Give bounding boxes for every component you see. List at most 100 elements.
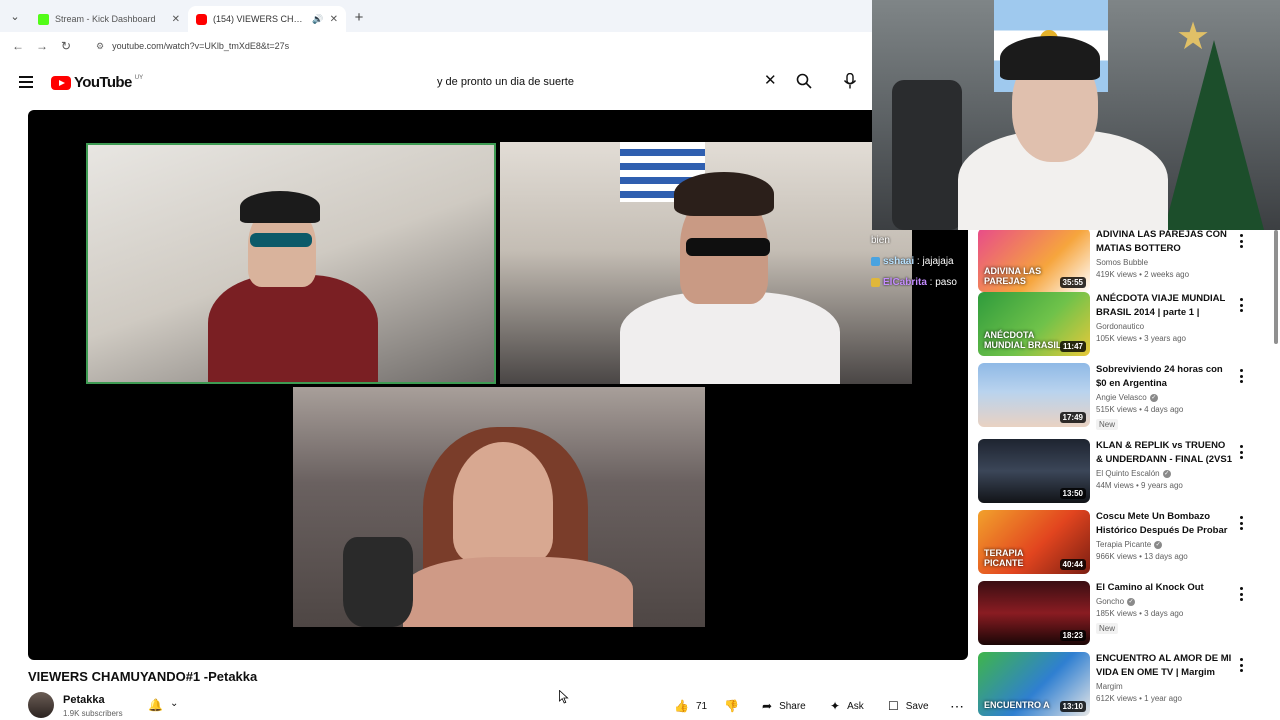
channel-name[interactable]: Petakka	[63, 694, 105, 706]
share-arrow-icon: ➦	[762, 699, 773, 713]
recommendation-item[interactable]: TERAPIA PICANTE 40:44 Coscu Mete Un Bomb…	[978, 510, 1270, 576]
close-tab-icon[interactable]: ✕	[330, 14, 338, 25]
tab-search-chevron-icon[interactable]: ⌄	[0, 0, 30, 32]
video-thumbnail[interactable]: TERAPIA PICANTE 40:44	[978, 510, 1090, 574]
chat-user: ElCabrita	[883, 277, 927, 288]
recommendation-item[interactable]: ENCUENTRO A 13:10 ENCUENTRO AL AMOR DE M…	[978, 652, 1270, 718]
recommendation-item[interactable]: 13:50 KLAN & REPLIK vs TRUENO & UNDERDAN…	[978, 439, 1270, 505]
recommendation-title[interactable]: ADIVINA LAS PAREJAS CON MATIAS BOTTERO	[1096, 230, 1232, 256]
video-duration: 18:23	[1059, 630, 1086, 641]
recommendation-channel[interactable]: Angie Velasco ✓	[1096, 393, 1232, 402]
chat-message: ElCabrita : paso	[871, 272, 957, 293]
more-actions-button[interactable]: ⋯	[950, 696, 964, 716]
recommendation-meta: 966K views • 13 days ago	[1096, 552, 1188, 561]
video-duration: 40:44	[1059, 559, 1086, 570]
recommendation-title[interactable]: El Camino al Knock Out	[1096, 581, 1232, 595]
video-thumbnail[interactable]: ADIVINA LAS PAREJAS 35:55	[978, 230, 1090, 292]
video-thumbnail[interactable]: 13:50	[978, 439, 1090, 503]
streamer-webcam-overlay: ★	[872, 0, 1280, 230]
verified-badge-icon: ✓	[1149, 393, 1158, 402]
clear-search-icon[interactable]: ✕	[764, 73, 777, 89]
recommendation-meta: 105K views • 3 years ago	[1096, 334, 1186, 343]
recommendation-info: Coscu Mete Un Bombazo Histórico Después …	[1096, 510, 1232, 561]
hamburger-menu-icon[interactable]	[19, 76, 33, 88]
channel-name-text: Terapia Picante	[1096, 540, 1152, 549]
recommendation-item[interactable]: ANÉCDOTA MUNDIAL BRASIL 11:47 ANÉCDOTA V…	[978, 292, 1270, 358]
video-thumbnail[interactable]: 18:23	[978, 581, 1090, 645]
video-duration: 13:50	[1059, 488, 1086, 499]
recommendation-channel[interactable]: Gordonautico	[1096, 322, 1232, 331]
user-badge-icon	[871, 277, 880, 287]
recommendation-info: ENCUENTRO AL AMOR DE MI VIDA EN OME TV |…	[1096, 652, 1232, 703]
recommendation-title[interactable]: ANÉCDOTA VIAJE MUNDIAL BRASIL 2014 | par…	[1096, 292, 1232, 320]
recommendation-channel[interactable]: El Quinto Escalón ✓	[1096, 469, 1232, 478]
search-input[interactable]: y de pronto un dia de suerte	[426, 68, 790, 96]
recommendation-title[interactable]: Coscu Mete Un Bombazo Histórico Después …	[1096, 510, 1232, 538]
recommendation-info: Sobreviviendo 24 horas con $0 en Argenti…	[1096, 363, 1232, 432]
share-button[interactable]: ➦ Share	[762, 696, 806, 716]
person-body	[403, 557, 633, 627]
recommendation-title[interactable]: ENCUENTRO AL AMOR DE MI VIDA EN OME TV |…	[1096, 652, 1232, 680]
youtube-logo[interactable]: YouTube UY	[51, 74, 143, 91]
sparkle-icon: ✦	[830, 699, 841, 713]
thumbnail-caption: ANÉCDOTA MUNDIAL BRASIL	[984, 330, 1062, 350]
save-button[interactable]: ☐ Save	[888, 696, 929, 716]
thumbnail-caption: ENCUENTRO A	[984, 700, 1050, 710]
more-options-icon[interactable]	[1238, 587, 1244, 601]
recommendation-channel[interactable]: Goncho ✓	[1096, 597, 1232, 606]
address-bar: ← → ↻ ⚙ youtube.com/watch?v=UKlb_tmXdE8&…	[0, 32, 872, 60]
site-info-icon[interactable]: ⚙	[96, 41, 104, 52]
recommendation-title[interactable]: Sobreviviendo 24 horas con $0 en Argenti…	[1096, 363, 1232, 391]
sidebar-scrollbar[interactable]	[1274, 230, 1278, 344]
more-options-icon[interactable]	[1238, 369, 1244, 383]
more-options-icon[interactable]	[1238, 234, 1244, 248]
recommendation-item[interactable]: 18:23 El Camino al Knock Out Goncho ✓ 185…	[978, 581, 1270, 647]
close-tab-icon[interactable]: ✕	[172, 14, 180, 25]
camera-feed-top-right	[500, 142, 912, 384]
thumbs-down-icon: 👎	[724, 699, 739, 713]
channel-avatar[interactable]	[28, 692, 54, 718]
video-title: VIEWERS CHAMUYANDO#1 -Petakka	[28, 669, 258, 684]
gaming-chair	[892, 80, 962, 230]
channel-name-text: Goncho	[1096, 597, 1125, 606]
person-sunglasses	[250, 233, 312, 247]
more-options-icon[interactable]	[1238, 298, 1244, 312]
recommendation-item[interactable]: 17:49 Sobreviviendo 24 horas con $0 en A…	[978, 363, 1270, 432]
reload-icon[interactable]: ↻	[54, 39, 78, 53]
notification-bell-icon[interactable]: 🔔	[148, 698, 163, 712]
tab-youtube-video[interactable]: (154) VIEWERS CHAMUYANDO#1 -Petakka 🔊 ✕	[188, 6, 346, 32]
video-duration: 11:47	[1059, 341, 1086, 352]
back-arrow-icon[interactable]: ←	[6, 39, 30, 53]
recommendation-title[interactable]: KLAN & REPLIK vs TRUENO & UNDERDANN - FI…	[1096, 439, 1232, 467]
new-tab-button[interactable]: +	[346, 9, 372, 26]
youtube-play-icon	[51, 75, 71, 90]
chat-message: sshaai : jajajaja	[871, 251, 957, 272]
more-options-icon[interactable]	[1238, 658, 1244, 672]
url-field[interactable]: ⚙ youtube.com/watch?v=UKlb_tmXdE8&t=27s	[96, 41, 289, 52]
recommendation-channel[interactable]: Margim	[1096, 682, 1232, 691]
search-icon[interactable]	[796, 73, 812, 89]
more-options-icon[interactable]	[1238, 516, 1244, 530]
ask-label: Ask	[847, 700, 864, 712]
video-thumbnail[interactable]: ENCUENTRO A 13:10	[978, 652, 1090, 716]
recommendation-info: KLAN & REPLIK vs TRUENO & UNDERDANN - FI…	[1096, 439, 1232, 490]
recommendation-channel[interactable]: Somos Bubble	[1096, 258, 1232, 267]
url-text: youtube.com/watch?v=UKlb_tmXdE8&t=27s	[112, 41, 290, 51]
video-thumbnail[interactable]: ANÉCDOTA MUNDIAL BRASIL 11:47	[978, 292, 1090, 356]
video-thumbnail[interactable]: 17:49	[978, 363, 1090, 427]
tab-kick-dashboard[interactable]: Stream - Kick Dashboard ✕	[30, 6, 188, 32]
forward-arrow-icon[interactable]: →	[30, 39, 54, 53]
video-player[interactable]: bien sshaai : jajajaja ElCabrita : paso	[28, 110, 968, 660]
chevron-down-icon[interactable]: ⌄	[170, 698, 178, 709]
recommendation-channel[interactable]: Terapia Picante ✓	[1096, 540, 1232, 549]
like-button[interactable]: 👍 71	[674, 696, 707, 716]
recommendation-item[interactable]: ADIVINA LAS PAREJAS 35:55 ADIVINA LAS PA…	[978, 230, 1270, 294]
thumbs-up-icon: 👍	[674, 699, 689, 713]
dislike-button[interactable]: 👎	[724, 696, 746, 716]
chat-text: bien	[871, 235, 890, 246]
ask-button[interactable]: ✦ Ask	[830, 696, 864, 716]
more-options-icon[interactable]	[1238, 445, 1244, 459]
new-badge: New	[1096, 419, 1119, 430]
microphone-icon[interactable]	[843, 73, 857, 89]
audio-playing-icon[interactable]: 🔊	[312, 14, 323, 25]
